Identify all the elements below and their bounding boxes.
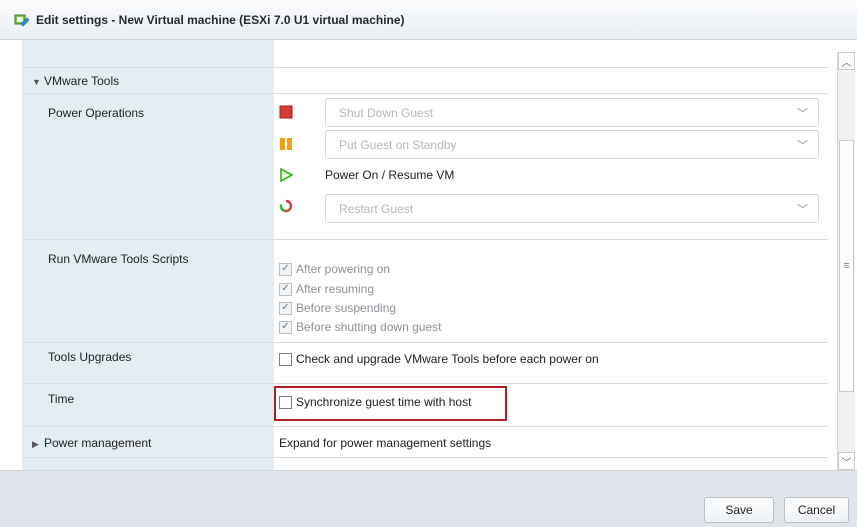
caret-down-icon: ▼ <box>32 77 41 87</box>
checkbox-unchecked-icon <box>279 395 292 409</box>
pause-icon <box>280 138 292 150</box>
save-button[interactable]: Save <box>704 497 774 523</box>
checkbox-checked-icon: ✓ <box>279 262 292 276</box>
section-label-vmware-tools: VMware Tools <box>44 74 120 88</box>
chevron-down-icon: ﹀ <box>797 204 808 216</box>
chevron-down-icon: ﹀ <box>797 108 808 120</box>
checkbox-unchecked-icon <box>279 352 292 366</box>
time-label: Time <box>48 392 75 406</box>
power-management-hint: Expand for power management settings <box>279 436 492 450</box>
settings-content: ▼ VMware Tools Power Operations Shut Down… <box>0 40 857 470</box>
shut-down-guest-select[interactable]: Shut Down Guest ﹀ <box>325 98 819 127</box>
section-label-power-management: Power management <box>44 436 152 450</box>
grip-icon: ≡ <box>843 260 850 272</box>
run-scripts-label: Run VMware Tools Scripts <box>48 252 189 266</box>
upgrade-tools-checkbox[interactable]: Check and upgrade VMware Tools before ea… <box>279 352 599 366</box>
checkbox-checked-icon: ✓ <box>279 301 292 315</box>
before-suspending-checkbox[interactable]: ✓ Before suspending <box>279 301 396 315</box>
vm-edit-icon <box>14 14 30 26</box>
sync-time-with-host-checkbox[interactable]: Synchronize guest time with host <box>279 395 471 409</box>
chevron-down-icon: ﹀ <box>797 140 808 152</box>
power-on-resume-text: Power On / Resume VM <box>325 168 455 182</box>
dialog-footer: Save Cancel <box>0 470 857 527</box>
dialog-title: Edit settings - New Virtual machine (ESX… <box>36 12 405 27</box>
dialog-titlebar: Edit settings - New Virtual machine (ESX… <box>0 0 857 40</box>
scroll-down-button[interactable]: ﹀ <box>838 452 855 470</box>
restart-guest-select[interactable]: Restart Guest ﹀ <box>325 194 819 223</box>
scroll-up-button[interactable]: ︿ <box>838 52 855 70</box>
after-powering-on-checkbox[interactable]: ✓ After powering on <box>279 262 390 276</box>
section-power-management[interactable]: ▶ Power management Expand for power manag… <box>23 427 828 458</box>
top-partial-row <box>23 40 828 68</box>
section-vmware-tools[interactable]: ▼ VMware Tools <box>23 68 828 94</box>
tools-upgrades-label: Tools Upgrades <box>48 350 132 364</box>
row-tools-upgrades: Tools Upgrades Check and upgrade VMware … <box>23 343 828 384</box>
scroll-thumb[interactable]: ≡ <box>839 140 854 392</box>
restart-icon <box>279 199 293 213</box>
play-icon <box>280 168 293 182</box>
caret-right-icon: ▶ <box>32 439 39 449</box>
row-time: Time Synchronize guest time with host <box>23 384 828 427</box>
next-section-partial <box>23 458 828 470</box>
row-run-tools-scripts: Run VMware Tools Scripts ✓ After powerin… <box>23 240 828 343</box>
row-power-operations: Power Operations Shut Down Guest ﹀ Put G… <box>23 94 828 240</box>
before-shutting-down-guest-checkbox[interactable]: ✓ Before shutting down guest <box>279 320 441 334</box>
cancel-button[interactable]: Cancel <box>784 497 849 523</box>
checkbox-checked-icon: ✓ <box>279 282 292 296</box>
checkbox-checked-icon: ✓ <box>279 320 292 334</box>
stop-icon <box>279 105 293 119</box>
settings-panel: ▼ VMware Tools Power Operations Shut Down… <box>22 40 828 470</box>
power-operations-label: Power Operations <box>48 106 145 120</box>
after-resuming-checkbox[interactable]: ✓ After resuming <box>279 282 374 296</box>
vertical-scrollbar[interactable]: ︿ ≡ ﹀ <box>837 52 855 470</box>
put-guest-on-standby-select[interactable]: Put Guest on Standby ﹀ <box>325 130 819 159</box>
